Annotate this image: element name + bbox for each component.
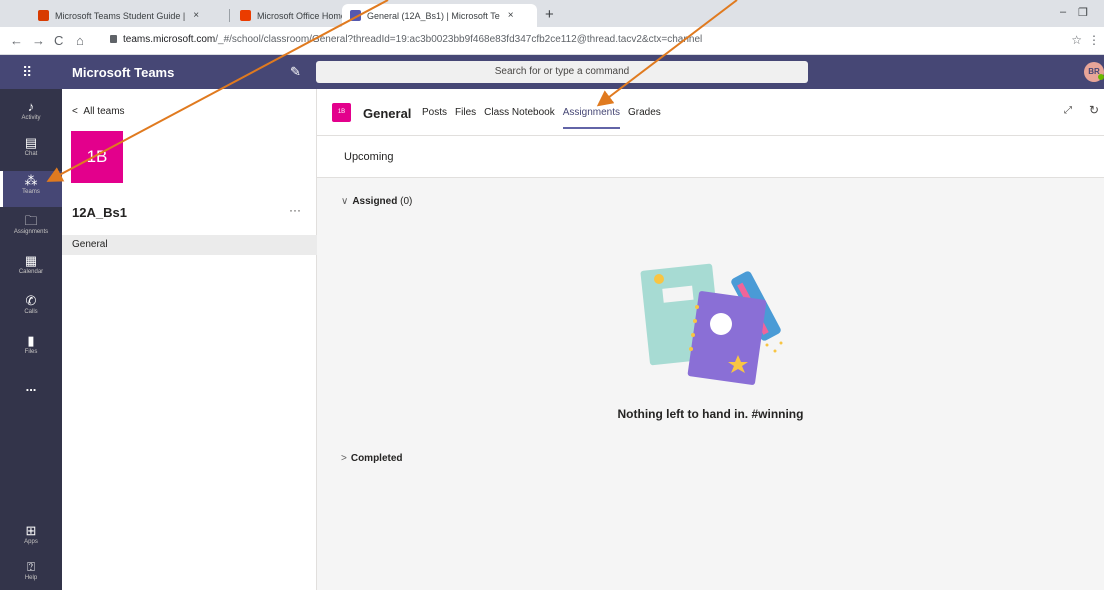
rail-item-label: Chat [24, 151, 38, 157]
minimize-icon[interactable]: – [1060, 6, 1066, 18]
office-favicon-icon [240, 10, 251, 21]
browser-tab-strip: Microsoft Teams Student Guide | × Micros… [0, 0, 1104, 27]
address-bar[interactable]: teams.microsoft.com/_#/school/classroom/… [110, 34, 702, 45]
rail-item-calls[interactable]: ✆ Calls [0, 293, 62, 327]
tab-divider [229, 9, 230, 22]
app-launcher-icon[interactable]: ⠿ [22, 64, 32, 81]
search-input[interactable]: Search for or type a command [316, 61, 808, 83]
section-title: Upcoming [344, 151, 394, 163]
browser-tab-title: Microsoft Teams Student Guide | [55, 10, 186, 21]
teams-icon: ⁂ [24, 173, 38, 188]
browser-tab-office-home[interactable]: Microsoft Office Home [232, 4, 344, 27]
chevron-down-icon: ∨ [341, 196, 349, 207]
bell-icon: ♪ [27, 99, 35, 114]
app-title: Microsoft Teams [72, 65, 175, 80]
close-icon[interactable]: × [508, 10, 514, 21]
assigned-label: Assigned [352, 196, 398, 207]
rail-item-files[interactable]: ▮ Files [0, 333, 62, 367]
all-teams-link[interactable]: < All teams [72, 106, 125, 117]
rail-item-label: Assignments [13, 229, 49, 235]
browser-tab-title: General (12A_Bs1) | Microsoft Te [367, 10, 500, 21]
rail-item-teams[interactable]: ⁂ Teams [0, 171, 62, 207]
completed-group-toggle[interactable]: > Completed [341, 453, 403, 464]
rail-item-label: Files [24, 349, 38, 355]
channel-item-general[interactable]: General [62, 235, 317, 255]
rail-item-label: Help [24, 575, 38, 581]
restore-icon[interactable]: ❐ [1078, 6, 1088, 19]
channel-tabs: Posts Files Class Notebook Assignments G… [422, 107, 661, 129]
new-tab-button[interactable]: + [545, 6, 554, 23]
expand-icon[interactable]: ⤢ [1064, 105, 1072, 116]
rail-item-assignments[interactable]: 🗀 Assignments [0, 213, 62, 247]
upcoming-section: Upcoming [317, 136, 1104, 178]
browser-tab-student-guide[interactable]: Microsoft Teams Student Guide | × [30, 4, 226, 27]
rail-item-label: Teams [22, 189, 40, 195]
main-content: 1B General Posts Files Class Notebook As… [317, 89, 1104, 590]
rail-item-label: Calendar [18, 269, 44, 275]
phone-icon: ✆ [25, 293, 37, 308]
team-avatar: 1B [71, 131, 123, 183]
empty-state-message: Nothing left to hand in. #winning [617, 407, 804, 421]
browser-toolbar: ← → C ⌂ teams.microsoft.com/_#/school/cl… [0, 27, 1104, 55]
app-rail: ♪ Activity ▤ Chat ⁂ Teams 🗀 Assignments … [0, 89, 62, 590]
binder-illustration [687, 291, 767, 385]
team-pane: < All teams 1B 12A_Bs1 ··· General [62, 89, 317, 590]
completed-label: Completed [350, 453, 403, 464]
rail-item-more[interactable]: ... [0, 379, 62, 399]
more-icon: ... [25, 379, 37, 394]
team-more-options-icon[interactable]: ··· [289, 203, 301, 217]
tab-files[interactable]: Files [455, 107, 476, 129]
bookmark-star-icon[interactable]: ☆ [1071, 33, 1082, 47]
presence-status-badge [1098, 74, 1104, 80]
rail-item-label: Apps [24, 539, 38, 545]
url-host: teams.microsoft.com [123, 34, 216, 45]
chevron-right-icon: > [341, 453, 347, 464]
home-icon[interactable]: ⌂ [76, 33, 84, 48]
new-chat-icon[interactable]: ✎ [290, 64, 301, 80]
file-icon: ▮ [27, 333, 35, 348]
empty-state-illustration [640, 263, 783, 385]
reload-icon[interactable]: C [54, 33, 63, 48]
url-path: /_#/school/classroom/General?threadId=19… [215, 34, 703, 45]
forward-arrow-icon[interactable]: → [32, 33, 45, 48]
rail-item-label: Calls [24, 309, 38, 315]
help-icon: ⍰ [27, 559, 35, 574]
lock-icon [110, 35, 117, 43]
chat-icon: ▤ [24, 135, 38, 150]
assignments-icon: 🗀 [24, 213, 38, 228]
rail-item-apps[interactable]: ⊞ Apps [0, 523, 62, 557]
teams-favicon-icon [38, 10, 49, 21]
rail-item-calendar[interactable]: ▦ Calendar [0, 253, 62, 287]
tab-class-notebook[interactable]: Class Notebook [484, 107, 555, 129]
team-name: 12A_Bs1 [72, 205, 127, 220]
sparkle-illustration [765, 341, 783, 353]
apps-icon: ⊞ [25, 523, 37, 538]
chevron-left-icon: < [72, 106, 78, 117]
teams-header: ⠿ Microsoft Teams ✎ Search for or type a… [0, 55, 1104, 89]
channel-header: 1B General Posts Files Class Notebook As… [317, 89, 1104, 136]
rail-item-activity[interactable]: ♪ Activity [0, 99, 62, 133]
tab-posts[interactable]: Posts [422, 107, 447, 129]
divider [317, 177, 1104, 178]
channel-name: General [363, 106, 412, 121]
rail-item-label: Activity [21, 115, 41, 121]
rail-item-help[interactable]: ⍰ Help [0, 559, 62, 589]
tab-assignments[interactable]: Assignments [562, 107, 621, 129]
tab-grades[interactable]: Grades [628, 107, 661, 129]
refresh-icon[interactable]: ↻ [1089, 103, 1099, 117]
rail-item-chat[interactable]: ▤ Chat [0, 135, 62, 169]
teams-favicon-icon [350, 10, 361, 21]
browser-menu-icon[interactable]: ⋮ [1088, 33, 1100, 47]
back-arrow-icon[interactable]: ← [10, 33, 23, 48]
calendar-icon: ▦ [24, 253, 38, 268]
all-teams-label: All teams [83, 106, 125, 117]
close-icon[interactable]: × [193, 10, 199, 21]
browser-tab-general[interactable]: General (12A_Bs1) | Microsoft Te × [342, 4, 537, 27]
assigned-group-toggle[interactable]: ∨ Assigned (0) [341, 196, 412, 207]
assigned-count: (0) [400, 196, 413, 207]
channel-team-avatar: 1B [332, 103, 351, 122]
